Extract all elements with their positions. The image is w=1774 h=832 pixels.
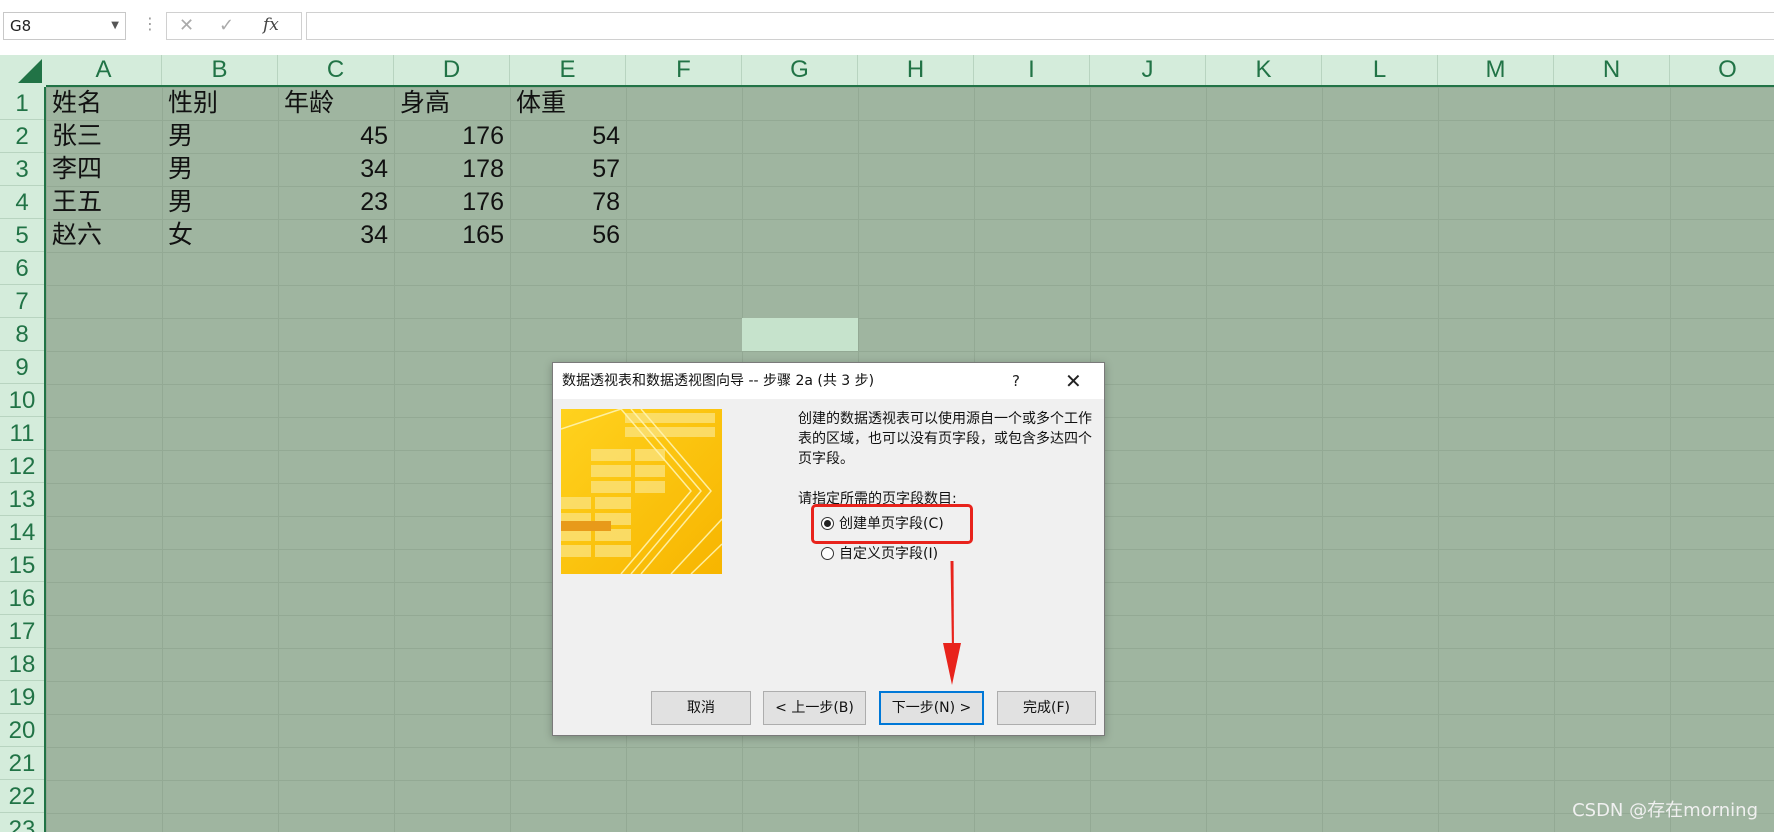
cell-e4[interactable]: 78 (510, 186, 626, 219)
radio-label-custom: 自定义页字段(I) (839, 546, 939, 562)
name-box-value: G8 (10, 17, 32, 35)
radio-custom-page-fields[interactable]: 自定义页字段(I) (821, 544, 938, 564)
select-all-button[interactable] (0, 55, 46, 87)
formula-bar: G8 ▼ ⋮ ✕ ✓ fx (0, 0, 1774, 52)
row-header-7[interactable]: 7 (0, 285, 44, 318)
watermark: CSDN @存在morning (1572, 800, 1758, 821)
column-header-h[interactable]: H (858, 55, 974, 85)
cell-e3[interactable]: 57 (510, 153, 626, 186)
row-header-3[interactable]: 3 (0, 153, 44, 186)
radio-unselected-icon[interactable] (821, 547, 834, 560)
name-box[interactable]: G8 ▼ (3, 12, 126, 40)
cancel-icon[interactable]: ✕ (179, 15, 194, 36)
cell-b5[interactable]: 女 (162, 219, 278, 252)
annotation-highlight-box (811, 504, 973, 544)
row-headers: 1 2 3 4 5 6 7 8 9 10 11 12 13 14 15 16 17 18 19 20 21 22 23 (0, 87, 46, 832)
row-header-4[interactable]: 4 (0, 186, 44, 219)
column-header-a[interactable]: A (46, 55, 162, 85)
cell-d3[interactable]: 178 (394, 153, 510, 186)
row-header-12[interactable]: 12 (0, 450, 44, 483)
pivot-wizard-dialog: 数据透视表和数据透视图向导 -- 步骤 2a (共 3 步) ? ✕ 创建的数据… (552, 362, 1105, 736)
column-header-b[interactable]: B (162, 55, 278, 85)
row-header-15[interactable]: 15 (0, 549, 44, 582)
cell-b4[interactable]: 男 (162, 186, 278, 219)
cell-c4[interactable]: 23 (278, 186, 394, 219)
column-header-i[interactable]: I (974, 55, 1090, 85)
row-header-2[interactable]: 2 (0, 120, 44, 153)
row-header-22[interactable]: 22 (0, 780, 44, 813)
cell-c3[interactable]: 34 (278, 153, 394, 186)
row-header-5[interactable]: 5 (0, 219, 44, 252)
cell-a3[interactable]: 李四 (46, 153, 162, 186)
select-all-icon (18, 59, 42, 83)
row-header-20[interactable]: 20 (0, 714, 44, 747)
row-header-9[interactable]: 9 (0, 351, 44, 384)
drag-handle-icon[interactable]: ⋮ (142, 14, 158, 33)
cell-b3[interactable]: 男 (162, 153, 278, 186)
enter-icon[interactable]: ✓ (219, 15, 234, 36)
row-header-23[interactable]: 23 (0, 813, 44, 832)
column-header-j[interactable]: J (1090, 55, 1206, 85)
cell-a4[interactable]: 王五 (46, 186, 162, 219)
row-header-14[interactable]: 14 (0, 516, 44, 549)
cell-c1[interactable]: 年龄 (278, 87, 394, 120)
row-header-16[interactable]: 16 (0, 582, 44, 615)
formula-buttons: ✕ ✓ fx (166, 12, 302, 40)
dialog-title-bar[interactable]: 数据透视表和数据透视图向导 -- 步骤 2a (共 3 步) ? ✕ (553, 363, 1104, 399)
wizard-illustration-graphic (561, 409, 722, 574)
insert-function-icon[interactable]: fx (263, 15, 279, 35)
cell-d1[interactable]: 身高 (394, 87, 510, 120)
cell-d2[interactable]: 176 (394, 120, 510, 153)
cell-d5[interactable]: 165 (394, 219, 510, 252)
column-header-e[interactable]: E (510, 55, 626, 85)
row-header-21[interactable]: 21 (0, 747, 44, 780)
column-header-k[interactable]: K (1206, 55, 1322, 85)
formula-input[interactable] (306, 12, 1774, 40)
row-header-19[interactable]: 19 (0, 681, 44, 714)
cell-c2[interactable]: 45 (278, 120, 394, 153)
column-header-l[interactable]: L (1322, 55, 1438, 85)
column-header-n[interactable]: N (1554, 55, 1670, 85)
help-icon[interactable]: ? (1012, 363, 1020, 399)
row-header-17[interactable]: 17 (0, 615, 44, 648)
cell-e1[interactable]: 体重 (510, 87, 626, 120)
cell-e2[interactable]: 54 (510, 120, 626, 153)
active-cell-g8[interactable] (742, 318, 858, 351)
row-header-13[interactable]: 13 (0, 483, 44, 516)
cell-d4[interactable]: 176 (394, 186, 510, 219)
column-header-o[interactable]: O (1670, 55, 1774, 85)
row-header-1[interactable]: 1 (0, 87, 44, 120)
cell-a5[interactable]: 赵六 (46, 219, 162, 252)
column-header-c[interactable]: C (278, 55, 394, 85)
column-header-m[interactable]: M (1438, 55, 1554, 85)
dialog-title: 数据透视表和数据透视图向导 -- 步骤 2a (共 3 步) (562, 373, 875, 389)
cell-c5[interactable]: 34 (278, 219, 394, 252)
wizard-illustration (561, 409, 722, 574)
row-header-6[interactable]: 6 (0, 252, 44, 285)
column-header-g[interactable]: G (742, 55, 858, 85)
next-button[interactable]: 下一步(N) > (879, 691, 984, 725)
row-header-18[interactable]: 18 (0, 648, 44, 681)
finish-button[interactable]: 完成(F) (997, 691, 1096, 725)
cell-a1[interactable]: 姓名 (46, 87, 162, 120)
row-header-11[interactable]: 11 (0, 417, 44, 450)
back-button[interactable]: < 上一步(B) (763, 691, 866, 725)
close-icon[interactable]: ✕ (1065, 363, 1082, 399)
cancel-button[interactable]: 取消 (651, 691, 751, 725)
dialog-description: 创建的数据透视表可以使用源自一个或多个工作表的区域，也可以没有页字段，或包含多达… (798, 411, 1092, 467)
column-header-f[interactable]: F (626, 55, 742, 85)
column-header-d[interactable]: D (394, 55, 510, 85)
cell-e5[interactable]: 56 (510, 219, 626, 252)
annotation-arrow-icon (943, 561, 961, 685)
cell-b2[interactable]: 男 (162, 120, 278, 153)
row-header-8[interactable]: 8 (0, 318, 44, 351)
chevron-down-icon[interactable]: ▼ (111, 13, 119, 39)
cell-b1[interactable]: 性别 (162, 87, 278, 120)
row-header-10[interactable]: 10 (0, 384, 44, 417)
cell-a2[interactable]: 张三 (46, 120, 162, 153)
column-headers: ABCDEFGHIJKLMNO (46, 55, 1774, 87)
